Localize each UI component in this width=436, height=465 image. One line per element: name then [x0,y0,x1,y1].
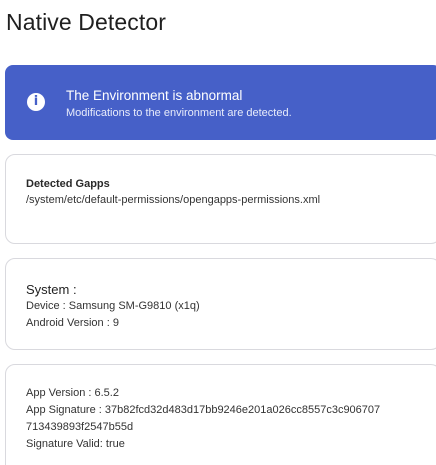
gapps-path: /system/etc/default-permissions/opengapp… [26,194,321,206]
app-version: App Version : 6.5.2 [26,387,119,399]
gapps-title: Detected Gapps [26,178,110,190]
device-info: Device : Samsung SM-G9810 (x1q) [26,300,200,312]
detected-gapps-card: Detected Gapps /system/etc/default-permi… [5,154,436,244]
app-screen: Native Detector i The Environment is abn… [0,0,436,465]
info-icon: i [27,93,45,111]
signature-valid: Signature Valid: true [26,438,125,450]
app-signature-cont: 713439893f2547b55d [26,421,134,433]
system-info-card: System : Device : Samsung SM-G9810 (x1q)… [5,258,436,350]
android-version: Android Version : 9 [26,317,119,329]
app-info-card: App Version : 6.5.2 App Signature : 37b8… [5,364,436,465]
system-heading: System : [26,282,77,297]
app-signature: App Signature : 37b82fcd32d483d17bb9246e… [26,404,381,416]
environment-status-card: i The Environment is abnormal Modificati… [5,65,436,140]
page-title: Native Detector [6,9,167,35]
status-title: The Environment is abnormal [66,88,243,103]
status-subtitle: Modifications to the environment are det… [66,107,292,119]
